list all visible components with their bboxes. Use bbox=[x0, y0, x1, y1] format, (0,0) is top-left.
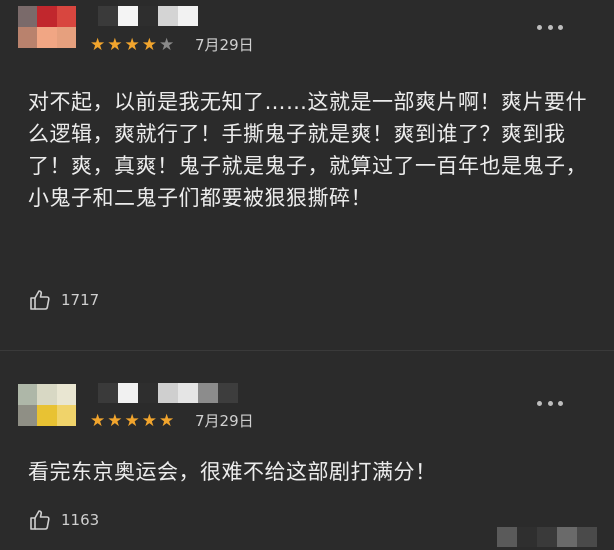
star-icon: ★ bbox=[107, 35, 123, 55]
rating-stars: ★ ★ ★ ★ ★ bbox=[90, 35, 174, 55]
star-icon: ★ bbox=[107, 411, 123, 431]
avatar[interactable] bbox=[18, 384, 76, 426]
like-count: 1163 bbox=[61, 511, 100, 529]
review-card: ★ ★ ★ ★ ★ 7月29日 看完东京奥运会，很难不给这部剧打满分！ 1163 bbox=[0, 370, 614, 550]
thumbs-up-icon bbox=[30, 290, 50, 310]
review-text: 看完东京奥运会，很难不给这部剧打满分！ bbox=[28, 460, 437, 484]
watermark-blurred bbox=[497, 527, 597, 547]
username-blurred[interactable] bbox=[98, 383, 238, 403]
review-date: 7月29日 bbox=[195, 412, 254, 430]
like-button[interactable]: 1163 bbox=[28, 508, 99, 532]
star-icon: ★ bbox=[159, 411, 175, 431]
like-button[interactable]: 1717 bbox=[28, 288, 99, 312]
thumbs-up-icon bbox=[30, 510, 50, 530]
star-icon: ★ bbox=[124, 35, 140, 55]
star-icon: ★ bbox=[159, 35, 175, 55]
review-date: 7月29日 bbox=[195, 36, 254, 54]
rating-stars: ★ ★ ★ ★ ★ bbox=[90, 411, 174, 431]
star-icon: ★ bbox=[141, 411, 157, 431]
more-dots-icon[interactable] bbox=[537, 20, 563, 34]
star-icon: ★ bbox=[90, 35, 106, 55]
like-count: 1717 bbox=[61, 291, 100, 309]
divider bbox=[0, 350, 614, 351]
more-dots-icon[interactable] bbox=[537, 396, 563, 410]
star-icon: ★ bbox=[141, 35, 157, 55]
review-text: 对不起，以前是我无知了……这就是一部爽片啊！爽片要什么逻辑，爽就行了！手撕鬼子就… bbox=[28, 90, 587, 210]
username-blurred[interactable] bbox=[98, 6, 198, 26]
avatar[interactable] bbox=[18, 6, 76, 48]
star-icon: ★ bbox=[90, 411, 106, 431]
review-card: ★ ★ ★ ★ ★ 7月29日 对不起，以前是我无知了……这就是一部爽片啊！爽片要什么逻… bbox=[0, 0, 614, 350]
star-icon: ★ bbox=[124, 411, 140, 431]
